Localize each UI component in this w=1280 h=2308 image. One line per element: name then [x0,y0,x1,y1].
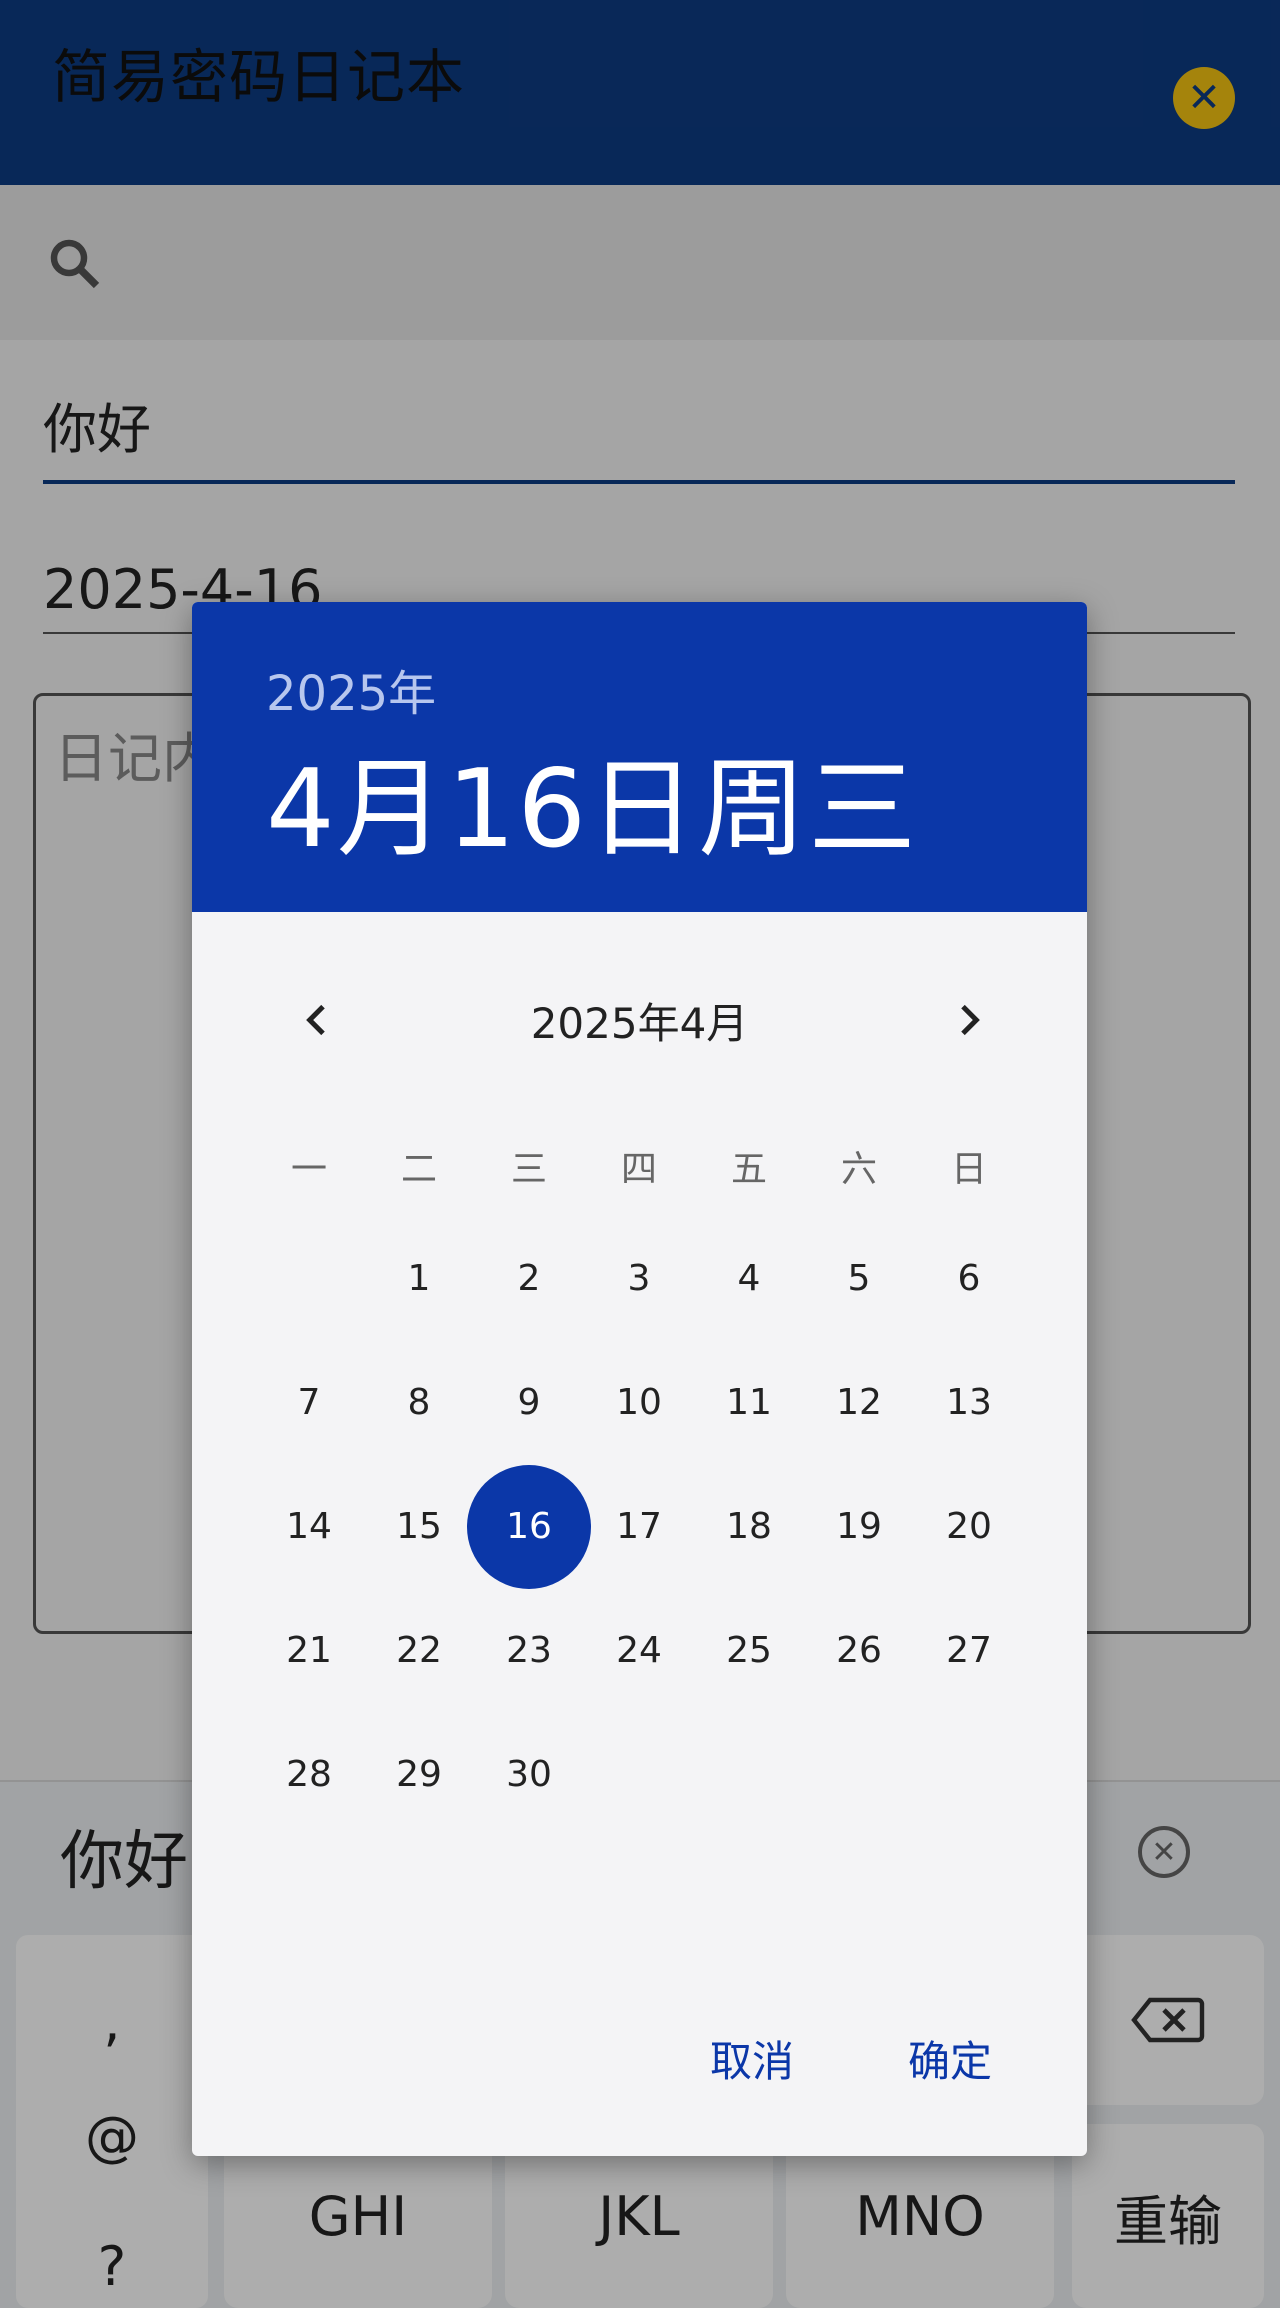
calendar-day[interactable]: 27 [914,1596,1024,1706]
calendar-day[interactable]: 2 [474,1224,584,1334]
calendar-day[interactable]: 28 [254,1720,364,1830]
weekday-label: 四 [620,1149,657,1190]
calendar-day[interactable]: 21 [254,1596,364,1706]
calendar-day[interactable]: 12 [804,1348,914,1458]
weekday-label: 六 [840,1149,877,1190]
calendar-day[interactable]: 1 [364,1224,474,1334]
weekday-label: 日 [950,1149,987,1190]
weekday-label: 二 [400,1149,437,1190]
calendar-day[interactable]: 11 [694,1348,804,1458]
calendar-day[interactable]: 22 [364,1596,474,1706]
calendar-day[interactable]: 9 [474,1348,584,1458]
calendar-day[interactable]: 8 [364,1348,474,1458]
date-picker-dialog: 2025年 4月16日周三 2025年4月 一二三四五六日 1234567891… [192,602,1087,2156]
calendar-day[interactable]: 18 [694,1472,804,1582]
year-label[interactable]: 2025年 [266,654,436,724]
calendar-day[interactable]: 4 [694,1224,804,1334]
calendar-day[interactable]: 24 [584,1596,694,1706]
calendar-day-selected[interactable]: 16 [467,1465,591,1589]
calendar-day[interactable]: 25 [694,1596,804,1706]
chevron-right-icon [961,1004,980,1036]
weekday-label: 一 [290,1149,327,1190]
calendar-day[interactable]: 13 [914,1348,1024,1458]
weekday-label: 三 [510,1149,547,1190]
calendar-day[interactable]: 10 [584,1348,694,1458]
calendar-day[interactable]: 6 [914,1224,1024,1334]
ok-button[interactable]: 确定 [908,2028,992,2089]
calendar-day[interactable]: 20 [914,1472,1024,1582]
cancel-button[interactable]: 取消 [710,2028,794,2089]
selected-date-label: 4月16日周三 [266,747,919,872]
calendar-day[interactable]: 17 [584,1472,694,1582]
calendar-day[interactable]: 26 [804,1596,914,1706]
date-picker-header: 2025年 4月16日周三 [192,602,1087,912]
calendar-day[interactable]: 7 [254,1348,364,1458]
next-month-button[interactable] [938,990,998,1050]
calendar-day[interactable]: 29 [364,1720,474,1830]
calendar-day[interactable]: 30 [474,1720,584,1830]
weekday-label: 五 [730,1149,767,1190]
calendar-day[interactable]: 15 [364,1472,474,1582]
calendar-day[interactable]: 3 [584,1224,694,1334]
calendar-day[interactable]: 5 [804,1224,914,1334]
calendar-day[interactable]: 23 [474,1596,584,1706]
calendar-day[interactable]: 19 [804,1472,914,1582]
calendar-day[interactable]: 14 [254,1472,364,1582]
